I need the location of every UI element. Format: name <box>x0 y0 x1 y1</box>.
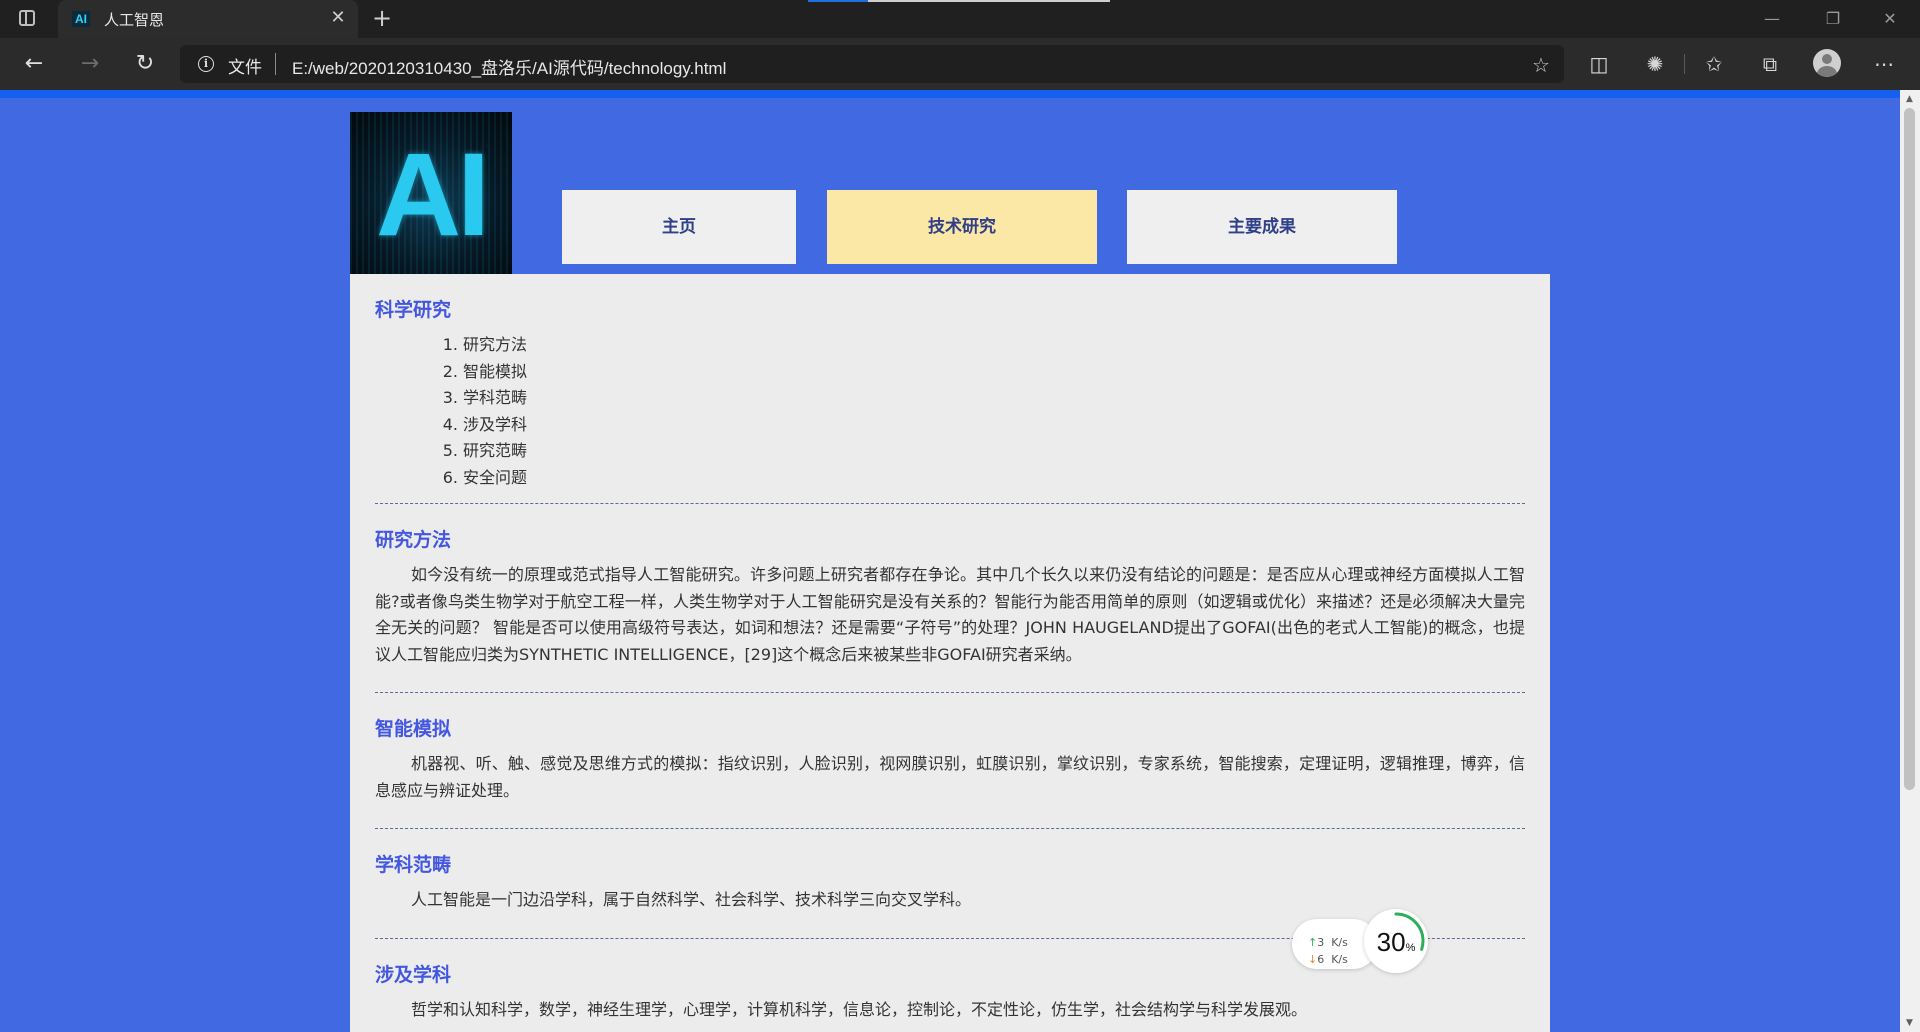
gauge-percent-sign: % <box>1405 942 1416 954</box>
upload-value: 3 <box>1317 936 1325 949</box>
section-title: 研究方法 <box>375 529 452 551</box>
add-favorite-icon[interactable]: ☆ <box>1532 53 1550 77</box>
site-logo[interactable]: AI <box>350 112 512 274</box>
browser-titlebar: AI 人工智恩 ✕ + — ❐ ✕ <box>0 0 1920 38</box>
tab-drag-indicator <box>808 0 1110 2</box>
toc-number: 3. <box>442 388 458 407</box>
scrollbar-thumb[interactable] <box>1904 108 1915 790</box>
more-icon[interactable]: ⋯ <box>1870 50 1898 78</box>
favorites-icon[interactable]: ✩ <box>1700 50 1728 78</box>
section-text: 机器视、听、触、感觉及思维方式的模拟：指纹识别，人脸识别，视网膜识别，虹膜识别，… <box>375 754 1525 800</box>
info-icon[interactable]: i <box>198 56 214 72</box>
tab-title: 人工智恩 <box>104 12 165 29</box>
toc-item[interactable]: 3. 学科范畴 <box>438 385 1525 412</box>
toc-list: 1. 研究方法 2. 智能模拟 3. 学科范畴 4. 涉及学科 5. 研究范畴 6. 安全问… <box>375 332 1525 491</box>
back-icon[interactable]: ← <box>20 50 48 78</box>
download-speed: ↓6 K/s <box>1308 953 1348 966</box>
gauge-percent: 30% <box>1364 927 1428 958</box>
forward-icon[interactable]: → <box>76 50 104 78</box>
gauge-percent-value: 30 <box>1376 927 1406 957</box>
toc-item[interactable]: 4. 涉及学科 <box>438 412 1525 439</box>
upload-speed: ↑3 K/s <box>1308 936 1348 949</box>
network-speed-widget[interactable]: ↑3 K/s ↓6 K/s 30% <box>1292 909 1428 975</box>
download-value: 6 <box>1317 953 1325 966</box>
upload-arrow-icon: ↑ <box>1308 936 1318 949</box>
toc-label: 涉及学科 <box>463 414 528 434</box>
refresh-icon[interactable]: ↻ <box>131 50 159 78</box>
toc-item[interactable]: 6. 安全问题 <box>438 465 1525 492</box>
upload-unit: K/s <box>1331 936 1348 949</box>
toc-number: 2. <box>442 361 458 381</box>
toc-item[interactable]: 2. 智能模拟 <box>438 359 1525 386</box>
tab-close-icon[interactable]: ✕ <box>328 8 348 28</box>
nav-technology[interactable]: 技术研究 <box>827 190 1097 264</box>
section-title: 学科范畴 <box>375 854 452 876</box>
toc-number: 5. <box>442 441 458 460</box>
browser-tab[interactable]: AI 人工智恩 ✕ <box>58 0 358 38</box>
address-separator <box>275 53 276 75</box>
profile-icon[interactable] <box>1813 49 1841 77</box>
section-text: 如今没有统一的原理或范式指导人工智能研究。许多问题上研究者都存在争论。其中几个长… <box>375 565 1525 664</box>
scroll-down-arrow-icon[interactable]: ▼ <box>1906 1018 1913 1028</box>
nav-home[interactable]: 主页 <box>562 190 796 264</box>
memory-usage-gauge[interactable]: 30% <box>1364 909 1428 973</box>
section-text: 哲学和认知科学，数学，神经生理学，心理学，计算机科学，信息论，控制论，不定性论，… <box>411 999 1308 1019</box>
new-tab-button[interactable]: + <box>368 5 396 33</box>
extensions-icon[interactable]: ✺ <box>1641 50 1669 78</box>
page-scrollbar[interactable]: ▲ ▼ <box>1900 90 1920 1032</box>
toc-number: 4. <box>442 414 458 434</box>
toc-label: 安全问题 <box>463 467 528 487</box>
toc-label: 学科范畴 <box>463 388 528 407</box>
url-text[interactable]: E:/web/2020120310430_盘洛乐/AI源代码/technolog… <box>292 54 726 79</box>
nav-achievements[interactable]: 主要成果 <box>1127 190 1397 264</box>
minimize-icon[interactable]: — <box>1752 6 1792 32</box>
logo-text: AI <box>376 129 490 261</box>
toc-label: 研究方法 <box>463 335 528 354</box>
section-title: 智能模拟 <box>375 718 452 740</box>
sidebar-toggle-icon[interactable] <box>19 10 35 26</box>
toc-item[interactable]: 5. 研究范畴 <box>438 438 1525 465</box>
toc-item[interactable]: 1. 研究方法 <box>438 332 1525 359</box>
section-intelligent-simulation: 智能模拟 机器视、听、触、感觉及思维方式的模拟：指纹识别，人脸识别，视网膜识别，… <box>375 693 1525 829</box>
browser-toolbar: ← → ↻ i 文件 E:/web/2020120310430_盘洛乐/AI源代… <box>0 38 1920 90</box>
download-arrow-icon: ↓ <box>1308 953 1318 966</box>
restore-icon[interactable]: ❐ <box>1813 6 1853 32</box>
page-viewport: AI 主页 技术研究 主要成果 科学研究 1. 研究方法 2. 智能模拟 3. 学科范… <box>0 98 1900 1032</box>
tab-favicon: AI <box>72 11 90 27</box>
section-research-methods: 研究方法 如今没有统一的原理或范式指导人工智能研究。许多问题上研究者都存在争论。… <box>375 504 1525 693</box>
toc-label: 研究范畴 <box>463 441 528 460</box>
toc-number: 6. <box>442 467 458 487</box>
toolbar-divider <box>1684 54 1685 74</box>
close-icon[interactable]: ✕ <box>1870 6 1910 32</box>
toc-number: 1. <box>442 335 458 354</box>
page-top-strip <box>0 90 1920 98</box>
download-unit: K/s <box>1331 953 1348 966</box>
scroll-up-arrow-icon[interactable]: ▲ <box>1906 94 1913 104</box>
toc-section: 科学研究 1. 研究方法 2. 智能模拟 3. 学科范畴 4. 涉及学科 5. 研究范畴 … <box>375 274 1525 504</box>
collections-icon[interactable]: ⧉ <box>1756 50 1784 78</box>
toc-title: 科学研究 <box>375 299 452 321</box>
address-bar[interactable]: i 文件 E:/web/2020120310430_盘洛乐/AI源代码/tech… <box>180 45 1564 83</box>
address-scheme-label: 文件 <box>228 58 262 78</box>
toc-label: 智能模拟 <box>463 361 528 381</box>
immersive-reader-icon[interactable]: ◫ <box>1585 50 1613 78</box>
